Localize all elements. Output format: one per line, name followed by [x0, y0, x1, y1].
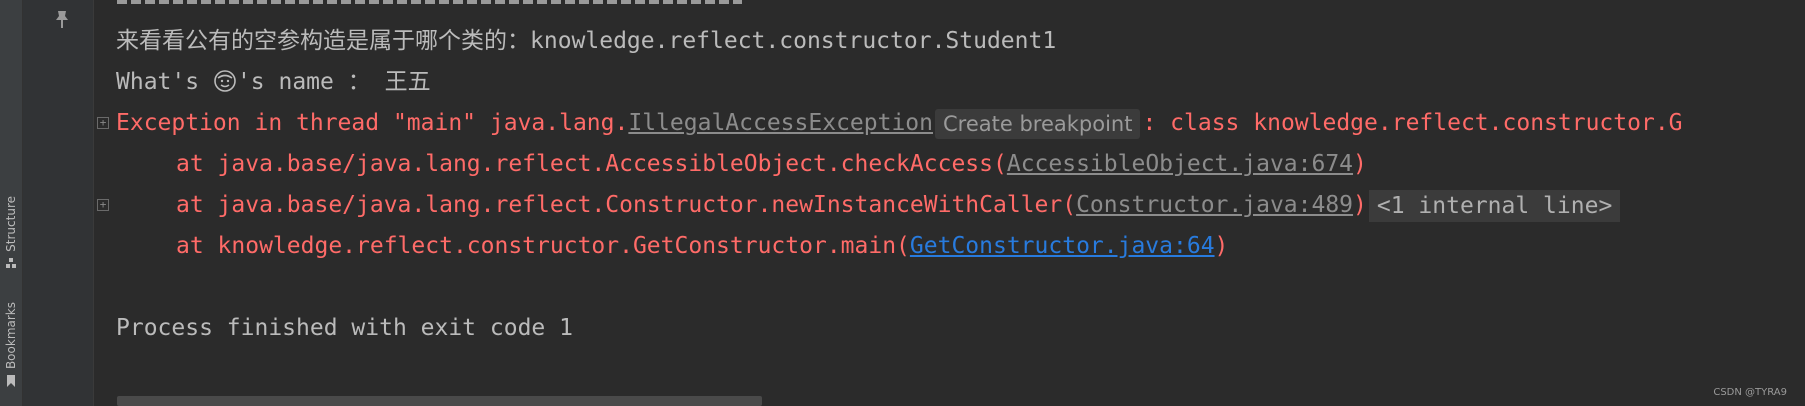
- bookmarks-tab[interactable]: Bookmarks: [0, 302, 22, 389]
- bookmark-icon: [6, 375, 16, 389]
- left-tool-window-strip: Structure Bookmarks: [0, 0, 23, 406]
- structure-icon: [5, 257, 17, 271]
- stack-frame-text: ): [1214, 233, 1229, 259]
- console-tool-strip: [23, 0, 94, 406]
- stack-frame: at java.base/java.lang.reflect.Accessibl…: [116, 148, 1367, 180]
- stack-frame-text: ): [1353, 192, 1367, 218]
- structure-tab-label: Structure: [4, 196, 18, 252]
- exception-prefix: Exception in thread "main" java.lang.: [116, 110, 629, 136]
- fold-expand-icon[interactable]: +: [97, 199, 109, 211]
- structure-tab[interactable]: Structure: [0, 196, 22, 271]
- console-text: 's name ：: [236, 69, 371, 95]
- stack-frame-link[interactable]: AccessibleObject.java:674: [1007, 151, 1353, 177]
- bookmarks-tab-label: Bookmarks: [4, 302, 18, 370]
- horizontal-scrollbar[interactable]: [117, 396, 762, 406]
- stack-frame-text: ): [1353, 151, 1367, 177]
- exception-message: : class knowledge.reflect.constructor.G: [1142, 110, 1683, 136]
- stack-frame-link[interactable]: GetConstructor.java:64: [910, 233, 1215, 259]
- process-finished-line: Process finished with exit code 1: [116, 315, 573, 341]
- stack-frame: at java.base/java.lang.reflect.Construct…: [116, 189, 1621, 222]
- exception-type-link[interactable]: IllegalAccessException: [628, 110, 933, 136]
- stack-frame-text: at java.base/java.lang.reflect.Accessibl…: [176, 151, 1007, 177]
- console-text: knowledge.reflect.constructor.Student1: [530, 28, 1057, 54]
- fold-expand-icon[interactable]: +: [97, 117, 109, 129]
- console-text-cn: 来看看公有的空参构造是属于哪个类的：: [116, 28, 530, 54]
- exception-line: Exception in thread "main" java.lang.Ill…: [116, 107, 1683, 139]
- stack-frame-text: at java.base/java.lang.reflect.Construct…: [176, 192, 1077, 218]
- stack-frame-link[interactable]: Constructor.java:489: [1076, 192, 1353, 218]
- console-line-class-info: 来看看公有的空参构造是属于哪个类的：knowledge.reflect.cons…: [116, 25, 1056, 57]
- pin-icon[interactable]: [54, 8, 70, 30]
- console-text-cn: 王五: [384, 69, 431, 95]
- create-breakpoint-hint[interactable]: Create breakpoint: [935, 108, 1141, 139]
- smiling-face-icon: [213, 69, 237, 93]
- console-line-name: What's 's name ： 王五: [116, 66, 431, 98]
- stack-frame-text: at knowledge.reflect.constructor.GetCons…: [176, 233, 910, 259]
- watermark: CSDN @TYRA9: [1713, 387, 1787, 398]
- stack-frame: at knowledge.reflect.constructor.GetCons…: [116, 230, 1228, 262]
- console-output: 来看看公有的空参构造是属于哪个类的：knowledge.reflect.cons…: [116, 0, 1805, 406]
- console-text: What's: [116, 69, 213, 95]
- internal-lines-fold[interactable]: <1 internal line>: [1368, 189, 1621, 222]
